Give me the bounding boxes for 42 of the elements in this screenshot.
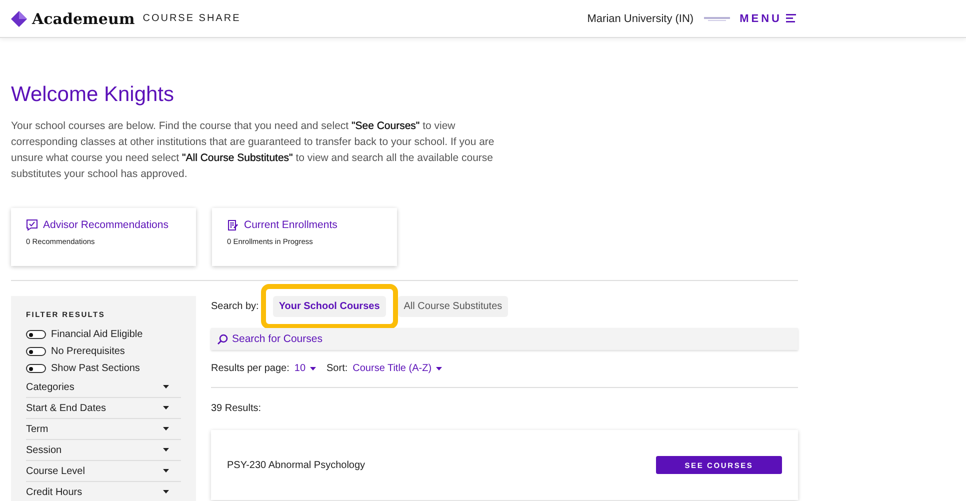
- page-title: Welcome Knights: [11, 82, 176, 108]
- filter-section[interactable]: Categories: [26, 377, 181, 398]
- brand-name: Academeum: [32, 10, 135, 28]
- clipboard-edit-icon: [227, 219, 239, 231]
- caret-icon: [163, 406, 169, 410]
- toggle-switch[interactable]: [26, 330, 46, 339]
- caret-icon: [436, 366, 442, 370]
- caret-icon: [310, 366, 316, 370]
- checked-message-icon: [26, 219, 38, 231]
- filter-section[interactable]: Session: [26, 440, 181, 461]
- caret-icon: [163, 427, 169, 431]
- sort-label: Sort:: [326, 363, 348, 374]
- filter-section[interactable]: Course Level: [26, 461, 181, 482]
- toggle-switch[interactable]: [26, 347, 46, 356]
- sort-dropdown[interactable]: Course Title (A-Z): [352, 363, 442, 374]
- caret-icon: [163, 448, 169, 452]
- school-name: Marian University (IN): [587, 12, 694, 24]
- brand-subtitle: COURSE SHARE: [142, 13, 241, 24]
- results-count: 39 Results:: [211, 403, 262, 414]
- search-by-label: Search by:: [211, 301, 259, 312]
- per-page-dropdown[interactable]: 10: [294, 363, 316, 374]
- caret-icon: [163, 385, 169, 389]
- search-field[interactable]: Search for Courses: [211, 328, 798, 350]
- filter-section[interactable]: Term: [26, 419, 181, 440]
- caret-icon: [163, 490, 169, 494]
- intro-paragraph: Your school courses are below. Find the course that you need and select "See Courses" to view corresponding classes at other institutions that are guaranteed to transfer back to your school. If you are unsure what course you need select "All Course Substitutes" to view and search all the available course substitutes your school has approved.: [11, 119, 496, 182]
- card-title: Current Enrollments: [244, 219, 338, 231]
- toggle-switch[interactable]: [26, 364, 46, 373]
- filter-section[interactable]: Start & End Dates: [26, 398, 181, 419]
- menu-button[interactable]: MENU: [740, 12, 796, 24]
- per-page-label: Results per page:: [211, 363, 290, 374]
- caret-icon: [163, 469, 169, 473]
- toggle-label: Financial Aid Eligible: [51, 329, 143, 340]
- cube-logo-icon: [11, 10, 27, 26]
- card-title: Advisor Recommendations: [43, 219, 168, 231]
- menu-icon: [786, 14, 796, 23]
- search-tab[interactable]: All Course Substitutes: [398, 296, 508, 317]
- filter-section[interactable]: Credit Hours: [26, 482, 181, 501]
- search-tab[interactable]: Your School Courses: [272, 296, 386, 317]
- toggle-label: Show Past Sections: [51, 363, 140, 374]
- course-title: PSY-230 Abnormal Psychology: [227, 460, 366, 470]
- toggle-label: No Prerequisites: [51, 346, 125, 357]
